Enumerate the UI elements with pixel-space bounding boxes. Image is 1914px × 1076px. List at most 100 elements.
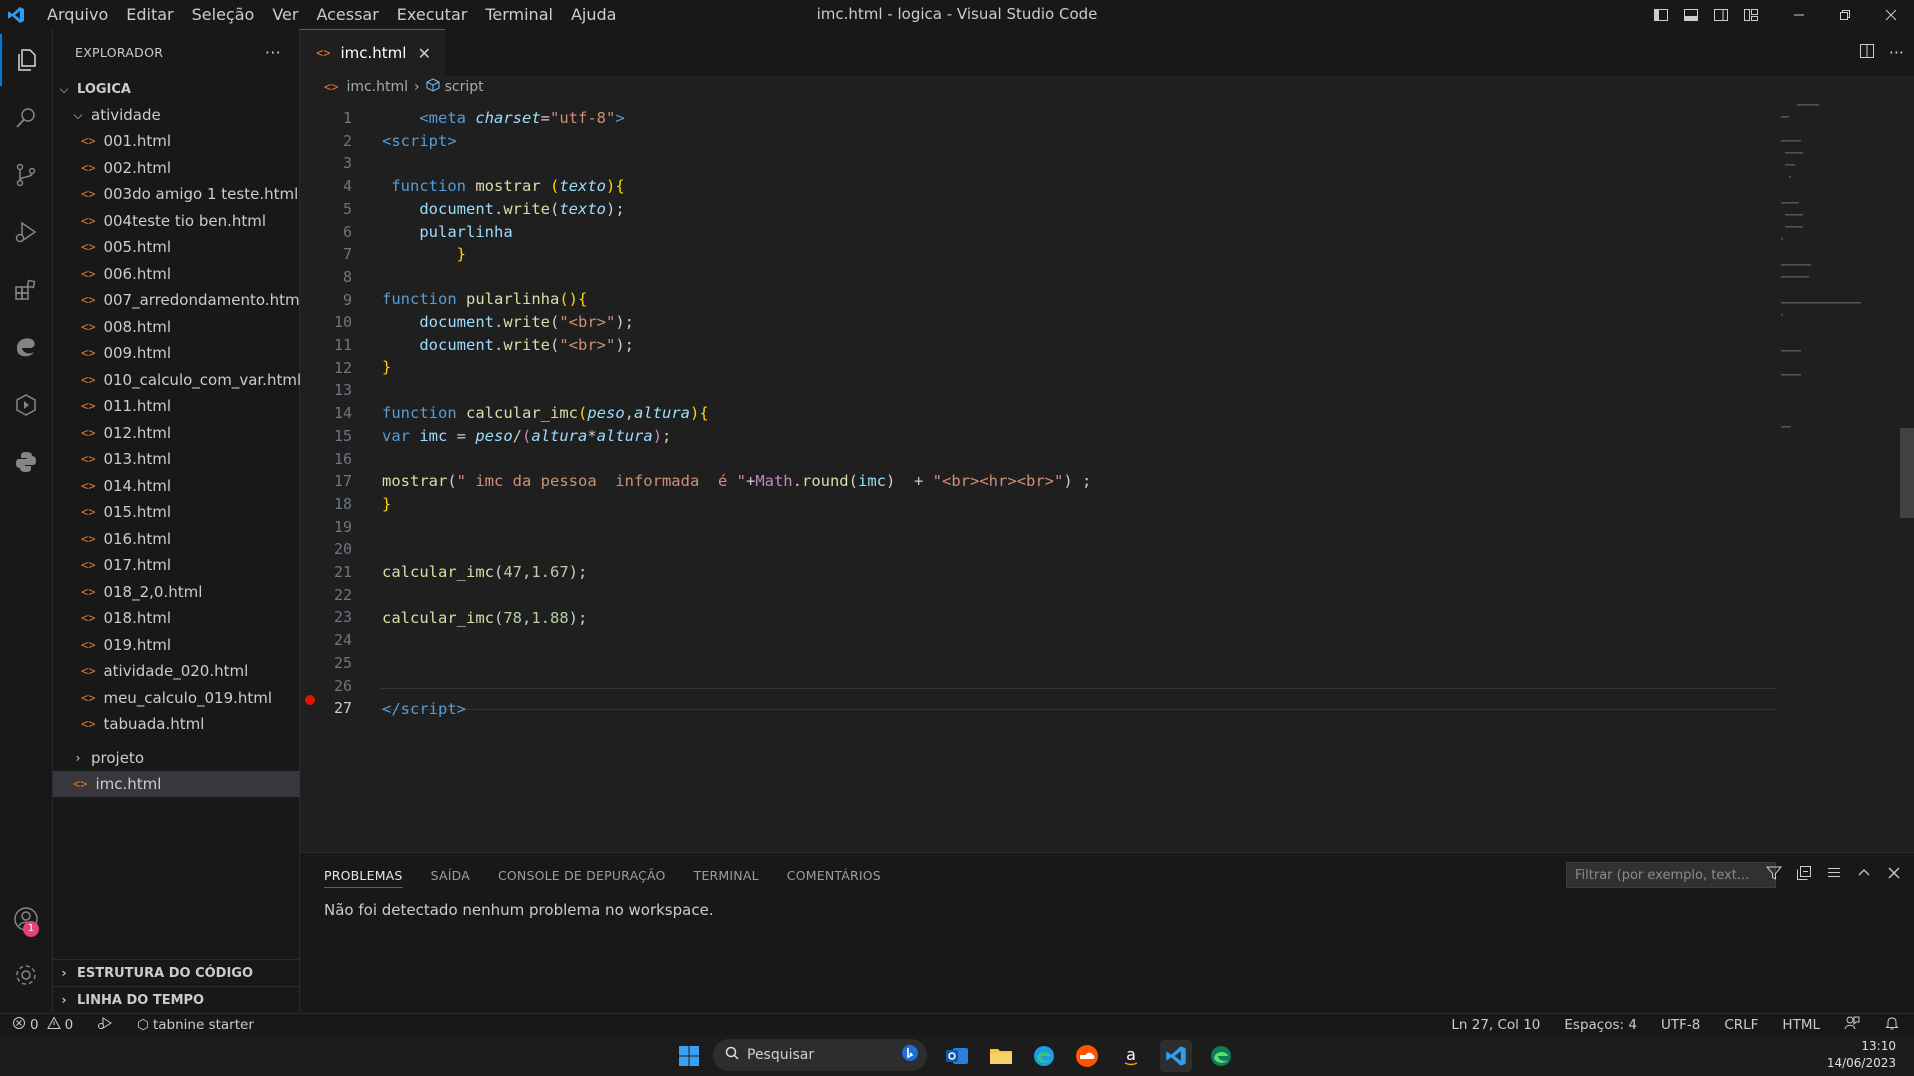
- code-line: function calcular_imc(peso,altura){: [382, 404, 709, 422]
- sidebar-file-item[interactable]: <> 018.html: [53, 605, 327, 631]
- breadcrumb-symbol[interactable]: script: [445, 79, 484, 95]
- menu-ajuda[interactable]: Ajuda: [562, 0, 626, 29]
- sidebar-file-item[interactable]: <> 012.html: [53, 420, 327, 446]
- menu-editar[interactable]: Editar: [117, 0, 182, 29]
- file-explorer-icon[interactable]: [985, 1040, 1017, 1072]
- language-mode[interactable]: HTML: [1782, 1017, 1820, 1033]
- sidebar-file-item[interactable]: <> 016.html: [53, 526, 327, 552]
- breakpoint-icon[interactable]: [305, 695, 315, 705]
- sidebar-file-item[interactable]: <> 004teste tio ben.html: [53, 208, 327, 234]
- file-label: 017.html: [103, 556, 172, 574]
- filter-icon[interactable]: [1765, 865, 1783, 885]
- source-control-icon[interactable]: [0, 149, 52, 201]
- menu-terminal[interactable]: Terminal: [476, 0, 562, 29]
- cursor-position[interactable]: Ln 27, Col 10: [1451, 1017, 1540, 1033]
- sidebar-file-item[interactable]: <> 001.html: [53, 128, 327, 154]
- timeline-section[interactable]: › LINHA DO TEMPO: [53, 986, 303, 1013]
- windows-start-icon[interactable]: [673, 1040, 705, 1072]
- editor-scrollbar[interactable]: [1900, 428, 1914, 518]
- system-clock[interactable]: 13:10 14/06/2023: [1827, 1038, 1896, 1072]
- sidebar-file-item[interactable]: <> 009.html: [53, 340, 327, 366]
- sidebar-file-item[interactable]: <> 013.html: [53, 446, 327, 472]
- feedback-icon[interactable]: [1844, 1015, 1860, 1035]
- minimap[interactable]: [1777, 98, 1887, 518]
- extensions-icon[interactable]: [0, 264, 52, 316]
- sidebar-file-item[interactable]: <> 005.html: [53, 234, 327, 260]
- tab-comentarios[interactable]: COMENTÁRIOS: [787, 868, 881, 888]
- menu-acessar[interactable]: Acessar: [307, 0, 387, 29]
- code-line: calcular_imc(47,1.67);: [382, 563, 588, 581]
- debug-launch-icon[interactable]: [97, 1016, 113, 1034]
- sidebar-file-item[interactable]: <> 007_arredondamento.html: [53, 287, 327, 313]
- folder-projeto[interactable]: › projeto: [53, 745, 317, 771]
- settings-gear-icon[interactable]: [0, 949, 52, 1001]
- more-actions-icon[interactable]: ···: [1889, 43, 1904, 62]
- menu-selecao[interactable]: Seleção: [183, 0, 264, 29]
- vscode-taskbar-icon[interactable]: [1160, 1040, 1192, 1072]
- close-tab-icon[interactable]: ✕: [418, 44, 431, 63]
- minimize-icon[interactable]: [1776, 0, 1822, 29]
- problems-status[interactable]: 0 0: [12, 1016, 73, 1034]
- tab-saida[interactable]: SAÍDA: [431, 868, 470, 888]
- taskbar-search[interactable]: Pesquisar: [713, 1039, 927, 1071]
- notifications-bell-icon[interactable]: [1884, 1015, 1900, 1035]
- run-debug-icon[interactable]: [0, 206, 52, 258]
- sidebar-file-item[interactable]: <> 010_calculo_com_var.html: [53, 367, 327, 393]
- sidebar-file-item[interactable]: <> 015.html: [53, 499, 327, 525]
- sidebar-file-item[interactable]: <> 019.html: [53, 632, 327, 658]
- split-editor-icon[interactable]: [1859, 43, 1875, 63]
- folder-atividade[interactable]: ⌵ atividade: [53, 102, 317, 128]
- sidebar-file-item[interactable]: <> 003do amigo 1 teste.html: [53, 181, 327, 207]
- remote-explorer-icon[interactable]: [0, 379, 52, 431]
- workspace-root[interactable]: ⌵ LOGICA: [53, 76, 303, 102]
- menu-executar[interactable]: Executar: [388, 0, 477, 29]
- problems-filter-input[interactable]: Filtrar (por exemplo, text...: [1566, 862, 1776, 888]
- close-panel-icon[interactable]: [1886, 865, 1902, 885]
- sidebar-file-item[interactable]: <> atividade_020.html: [53, 658, 327, 684]
- file-imc[interactable]: <> imc.html: [53, 771, 319, 797]
- view-as-list-icon[interactable]: [1826, 865, 1842, 885]
- sidebar-file-item[interactable]: <> tabuada.html: [53, 711, 327, 737]
- tab-imc-html[interactable]: <> imc.html ✕: [300, 29, 445, 76]
- sidebar-file-item[interactable]: <> 002.html: [53, 155, 327, 181]
- search-icon[interactable]: [0, 92, 52, 144]
- explorer-more-icon[interactable]: ···: [265, 43, 281, 62]
- sidebar-file-item[interactable]: <> 008.html: [53, 314, 327, 340]
- edge-devtools-icon[interactable]: [0, 321, 52, 373]
- end-of-line[interactable]: CRLF: [1724, 1017, 1758, 1033]
- file-encoding[interactable]: UTF-8: [1661, 1017, 1700, 1033]
- sidebar-file-item[interactable]: <> 006.html: [53, 261, 327, 287]
- soundcloud-icon[interactable]: [1071, 1040, 1103, 1072]
- customize-layout-icon[interactable]: [1736, 0, 1766, 29]
- tab-problemas[interactable]: PROBLEMAS: [324, 868, 403, 888]
- edge-browser-icon[interactable]: [1028, 1040, 1060, 1072]
- explorer-icon[interactable]: [0, 34, 52, 86]
- accounts-icon[interactable]: 1: [0, 893, 52, 945]
- amazon-icon[interactable]: a: [1115, 1040, 1147, 1072]
- toggle-primary-sidebar-icon[interactable]: [1646, 0, 1676, 29]
- outline-section[interactable]: › ESTRUTURA DO CÓDIGO: [53, 959, 303, 986]
- indentation[interactable]: Espaços: 4: [1564, 1017, 1637, 1033]
- code-editor[interactable]: 1 2 3 4 5 6 7 8 9 10 11 12 13 14 15 16 17 18 19 20 21 22 23 24 2…: [300, 98, 1914, 852]
- close-window-icon[interactable]: [1868, 0, 1914, 29]
- sidebar-file-item[interactable]: <> 014.html: [53, 473, 327, 499]
- menu-arquivo[interactable]: Arquivo: [38, 0, 117, 29]
- toggle-secondary-sidebar-icon[interactable]: [1706, 0, 1736, 29]
- outlook-icon[interactable]: [941, 1040, 973, 1072]
- toggle-panel-icon[interactable]: [1676, 0, 1706, 29]
- breadcrumb-file[interactable]: imc.html: [346, 79, 408, 95]
- panel-actions: [1765, 862, 1902, 888]
- edge-dev-icon[interactable]: [1205, 1040, 1237, 1072]
- tab-terminal[interactable]: TERMINAL: [694, 868, 759, 888]
- sidebar-file-item[interactable]: <> 018_2,0.html: [53, 579, 327, 605]
- python-icon[interactable]: [0, 436, 52, 488]
- tab-console-depuracao[interactable]: CONSOLE DE DEPURAÇÃO: [498, 868, 666, 888]
- sidebar-file-item[interactable]: <> 017.html: [53, 552, 327, 578]
- menu-ver[interactable]: Ver: [263, 0, 307, 29]
- maximize-panel-icon[interactable]: [1856, 865, 1872, 885]
- restore-icon[interactable]: [1822, 0, 1868, 29]
- sidebar-file-item[interactable]: <> meu_calculo_019.html: [53, 685, 327, 711]
- sidebar-file-item[interactable]: <> 011.html: [53, 393, 327, 419]
- collapse-all-icon[interactable]: [1796, 865, 1812, 885]
- tabnine-status[interactable]: ⬡ tabnine starter: [137, 1017, 254, 1033]
